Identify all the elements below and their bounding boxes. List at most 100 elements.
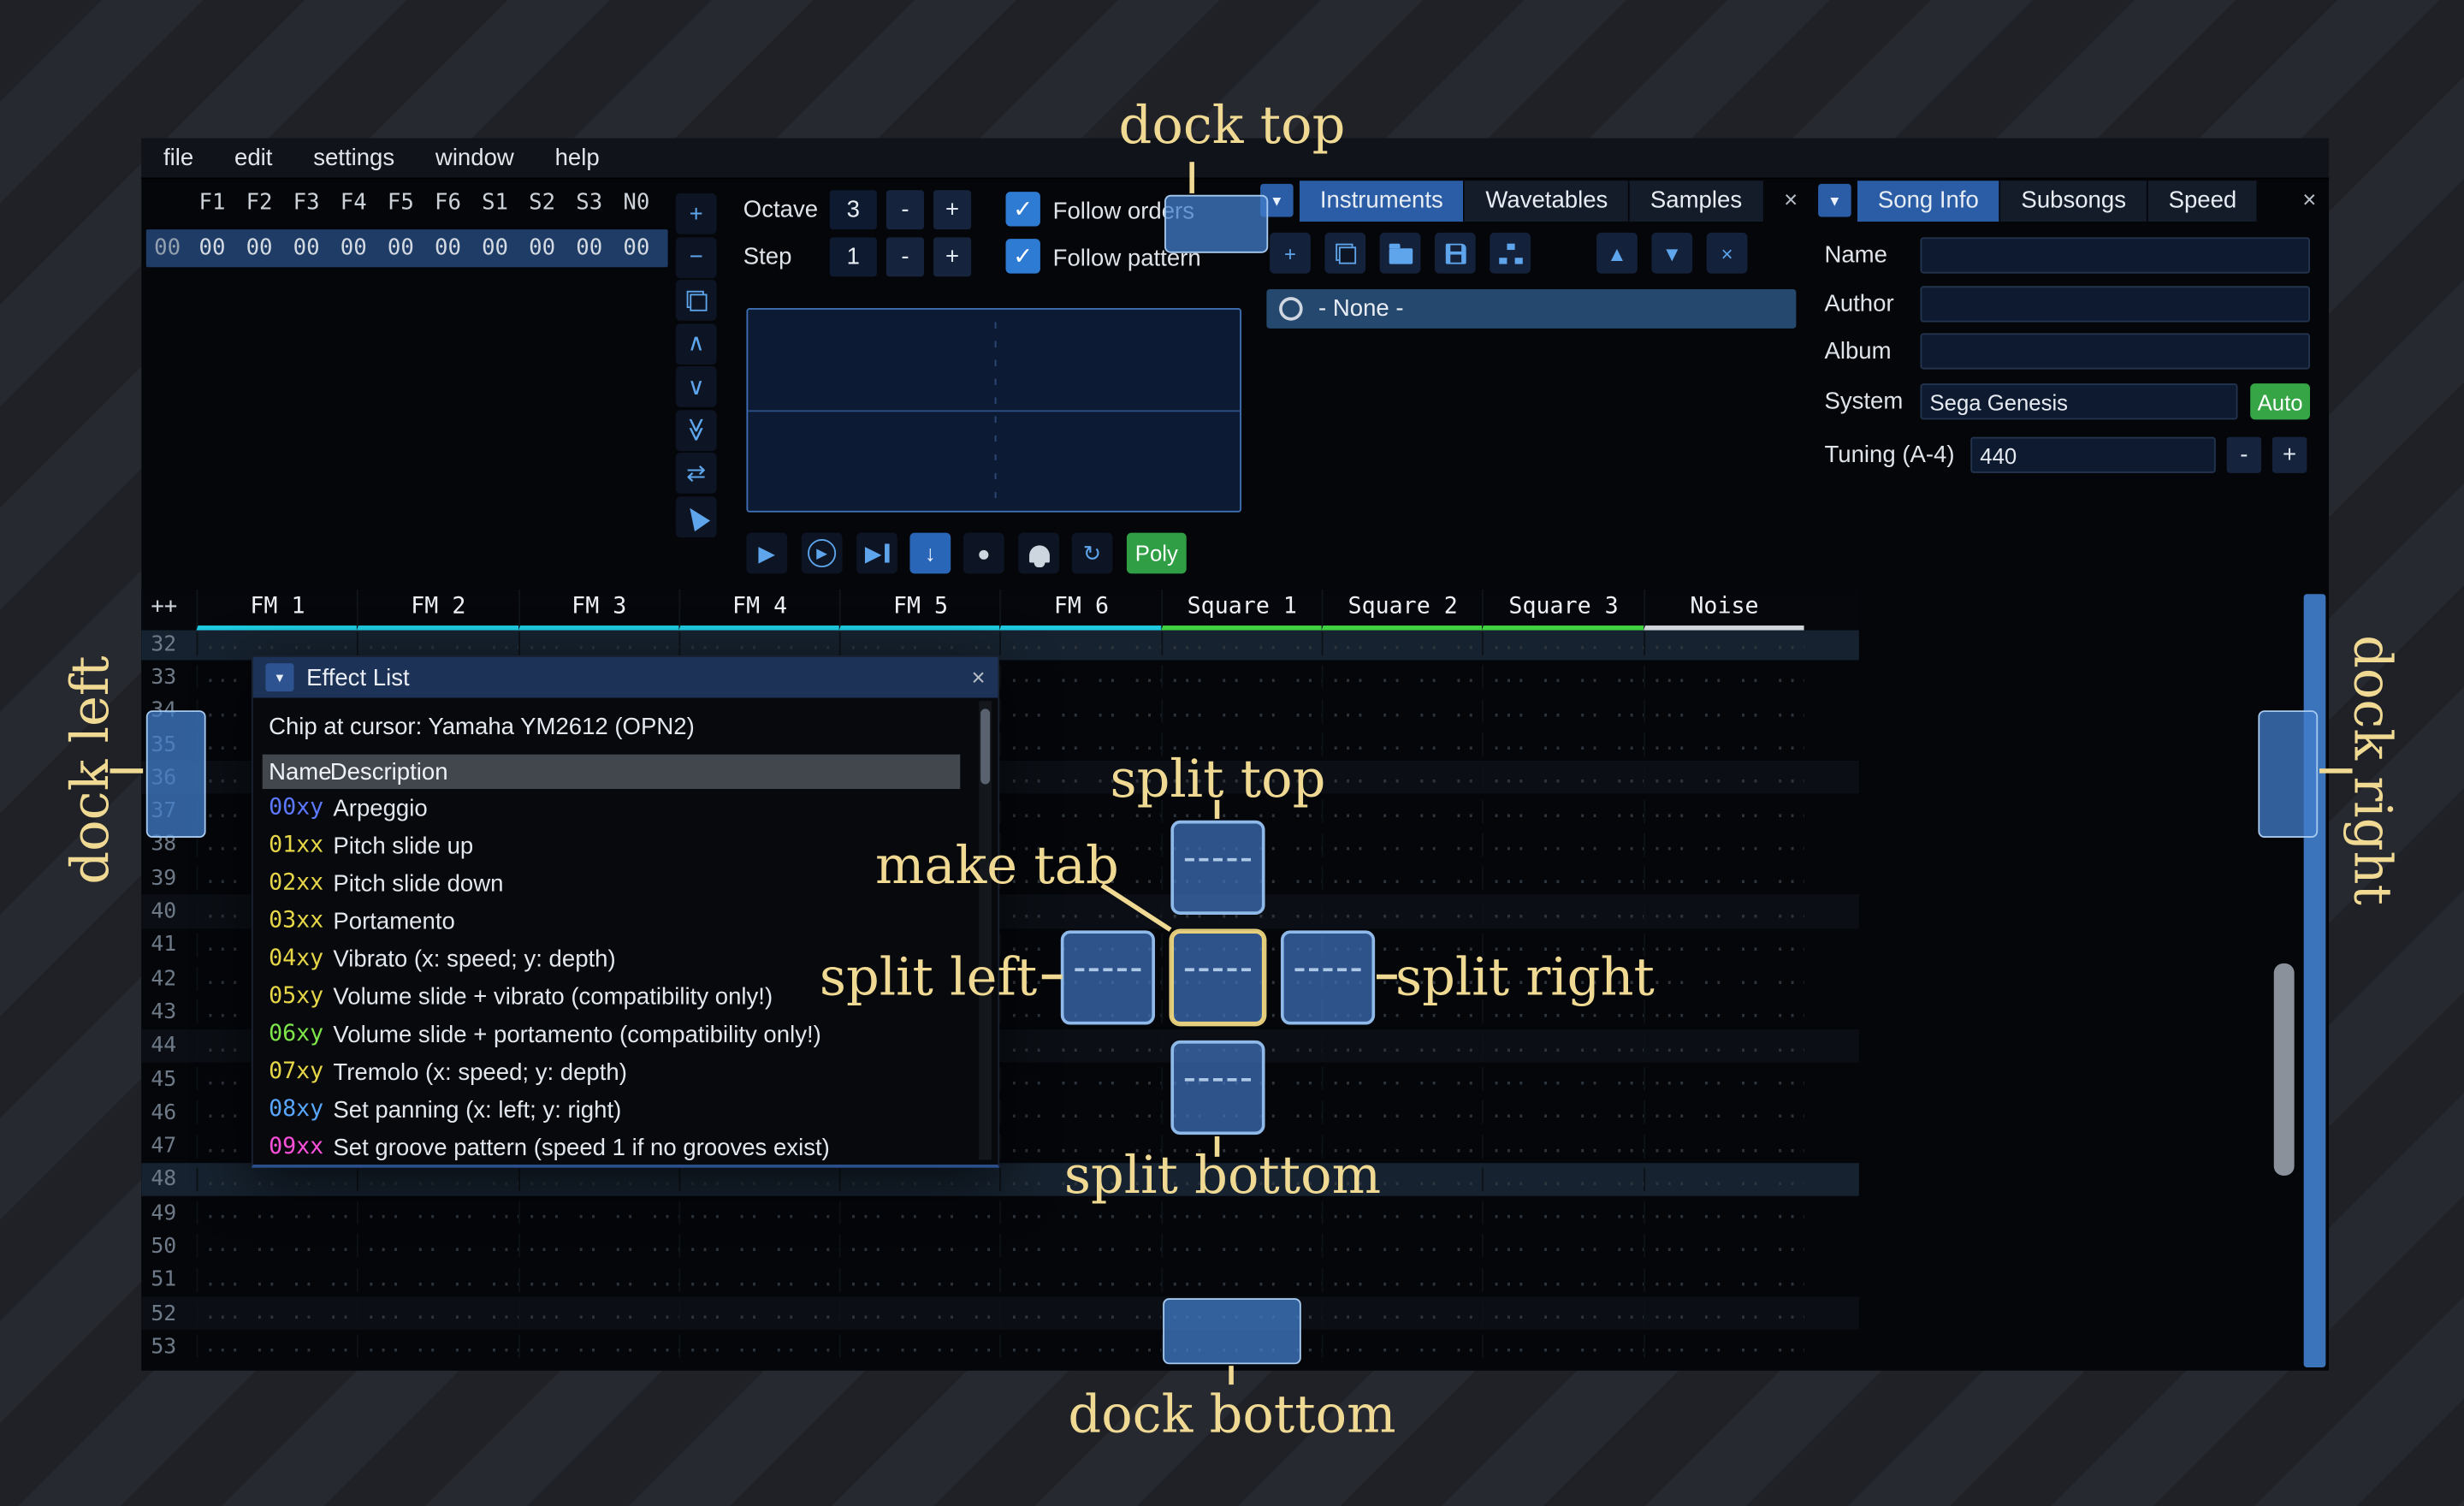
pattern-cell[interactable]: ... .. .. ...	[1322, 666, 1483, 690]
order-value-9[interactable]: 00	[613, 236, 660, 261]
effect-row-09xx[interactable]: 09xxSet groove pattern (speed 1 if no gr…	[263, 1129, 961, 1166]
pattern-cell[interactable]: ... .. .. ...	[1000, 1067, 1161, 1091]
pattern-cell[interactable]: ... .. .. ...	[1000, 699, 1161, 723]
menu-edit[interactable]: edit	[234, 145, 272, 171]
orders-selected-row[interactable]: 0000000000000000000000	[146, 229, 668, 267]
play-button[interactable]: ▶	[746, 533, 787, 574]
menu-help[interactable]: help	[555, 145, 600, 171]
dock-bottom-target[interactable]	[1163, 1298, 1301, 1364]
pattern-cell[interactable]: ... .. .. ...	[518, 1301, 678, 1325]
pattern-cell[interactable]: ... .. .. ...	[1322, 1268, 1483, 1292]
pattern-cell[interactable]: ... .. .. ...	[1644, 934, 1804, 958]
song-info-tab-song-info[interactable]: Song Info	[1857, 180, 2001, 221]
pattern-cell[interactable]: ... .. .. ...	[678, 632, 839, 656]
pattern-cell[interactable]: ... .. .. ...	[1483, 833, 1644, 857]
order-value-0[interactable]: 00	[188, 236, 235, 261]
poly-button[interactable]: Poly	[1127, 533, 1187, 574]
pattern-cell[interactable]: ... .. .. ...	[1322, 732, 1483, 756]
effect-row-02xx[interactable]: 02xxPitch slide down	[263, 864, 961, 902]
step-decrease-button[interactable]: -	[886, 237, 924, 276]
pattern-cell[interactable]: ... .. .. ...	[1644, 1235, 1804, 1259]
effect-list-close-icon[interactable]: ×	[972, 664, 986, 691]
pattern-cell[interactable]: ... .. .. ...	[1322, 866, 1483, 890]
pattern-cell[interactable]: ... .. .. ...	[357, 1335, 518, 1359]
pattern-cell[interactable]: ... .. .. ...	[839, 1235, 1000, 1259]
pattern-cell[interactable]: ... .. .. ...	[357, 632, 518, 656]
pattern-cell[interactable]: ... .. .. ...	[1000, 1335, 1161, 1359]
order-value-4[interactable]: 00	[377, 236, 424, 261]
pattern-cell[interactable]: ... .. .. ...	[1644, 799, 1804, 823]
stop-button[interactable]: ●	[963, 533, 1004, 574]
pattern-cell[interactable]: ... .. .. ...	[1483, 1235, 1644, 1259]
make-tab-target[interactable]	[1170, 930, 1265, 1024]
song-info-tab-subsongs[interactable]: Subsongs	[2001, 180, 2148, 221]
pattern-cell[interactable]: ... .. .. ...	[1483, 632, 1644, 656]
order-value-6[interactable]: 00	[471, 236, 518, 261]
tuning-increase-button[interactable]: +	[2272, 437, 2307, 473]
order-value-1[interactable]: 00	[236, 236, 283, 261]
pattern-cell[interactable]: ... .. .. ...	[197, 1167, 358, 1191]
pattern-cell[interactable]: ... .. .. ...	[197, 1268, 358, 1292]
pattern-row-53[interactable]: 53... .. .. ...... .. .. ...... .. .. ..…	[141, 1330, 1859, 1363]
play-once-button[interactable]: ▶	[856, 533, 897, 574]
pattern-cell[interactable]: ... .. .. ...	[1644, 1301, 1804, 1325]
pattern-cell[interactable]: ... .. .. ...	[1000, 1034, 1161, 1058]
pattern-cell[interactable]: ... .. .. ...	[1644, 1335, 1804, 1359]
pattern-cell[interactable]: ... .. .. ...	[1644, 666, 1804, 690]
octave-value[interactable]: 3	[830, 190, 877, 229]
order-move-down-button[interactable]: ∨	[676, 366, 717, 407]
instrument-folders-button[interactable]	[1490, 233, 1531, 274]
pattern-cell[interactable]: ... .. .. ...	[518, 632, 678, 656]
effect-list-title-bar[interactable]: ▼ Effect List ×	[253, 657, 998, 698]
pattern-cell[interactable]: ... .. .. ...	[678, 1301, 839, 1325]
pattern-cell[interactable]: ... .. .. ...	[1644, 866, 1804, 890]
pattern-row-50[interactable]: 50... .. .. ...... .. .. ...... .. .. ..…	[141, 1230, 1859, 1263]
pattern-cell[interactable]: ... .. .. ...	[1161, 632, 1322, 656]
repeat-button[interactable]: ↻	[1072, 533, 1113, 574]
instrument-move-up-button[interactable]: ▲	[1596, 233, 1638, 274]
pattern-cell[interactable]: ... .. .. ...	[1322, 1100, 1483, 1124]
pattern-cell[interactable]: ... .. .. ...	[197, 632, 358, 656]
pattern-cell[interactable]: ... .. .. ...	[1483, 900, 1644, 924]
pattern-cell[interactable]: ... .. .. ...	[197, 1301, 358, 1325]
pattern-cell[interactable]: ... .. .. ...	[839, 632, 1000, 656]
effect-list-collapse-icon[interactable]: ▼	[265, 663, 293, 691]
channel-header-fm-2[interactable]: FM 2	[357, 590, 518, 631]
pattern-cell[interactable]: ... .. .. ...	[839, 1335, 1000, 1359]
pattern-cell[interactable]: ... .. .. ...	[678, 1268, 839, 1292]
pattern-cell[interactable]: ... .. .. ...	[518, 1167, 678, 1191]
dock-top-target[interactable]	[1164, 195, 1268, 253]
pattern-cell[interactable]: ... .. .. ...	[1000, 1235, 1161, 1259]
pattern-cell[interactable]: ... .. .. ...	[1644, 1034, 1804, 1058]
step-row-button[interactable]: ↓	[909, 533, 951, 574]
channel-header-square-3[interactable]: Square 3	[1483, 590, 1644, 631]
pattern-cell[interactable]: ... .. .. ...	[839, 1167, 1000, 1191]
pattern-cell[interactable]: ... .. .. ...	[1000, 1301, 1161, 1325]
step-value[interactable]: 1	[830, 237, 877, 276]
order-move-up-button[interactable]: ∧	[676, 323, 717, 364]
order-value-7[interactable]: 00	[518, 236, 566, 261]
pattern-cell[interactable]: ... .. .. ...	[1161, 1268, 1322, 1292]
pattern-cell[interactable]: ... .. .. ...	[1000, 900, 1161, 924]
pattern-row-49[interactable]: 49... .. .. ...... .. .. ...... .. .. ..…	[141, 1196, 1859, 1230]
pattern-cell[interactable]: ... .. .. ...	[1483, 1100, 1644, 1124]
dock-left-target[interactable]	[146, 710, 206, 838]
pattern-row-51[interactable]: 51... .. .. ...... .. .. ...... .. .. ..…	[141, 1263, 1859, 1296]
pattern-cell[interactable]: ... .. .. ...	[518, 1268, 678, 1292]
pattern-cell[interactable]: ... .. .. ...	[839, 1301, 1000, 1325]
pattern-cell[interactable]: ... .. .. ...	[839, 1268, 1000, 1292]
pattern-cell[interactable]: ... .. .. ...	[1644, 766, 1804, 790]
pattern-cell[interactable]: ... .. .. ...	[1161, 666, 1322, 690]
pattern-cell[interactable]: ... .. .. ...	[1322, 833, 1483, 857]
step-increase-button[interactable]: +	[933, 237, 971, 276]
menu-window[interactable]: window	[435, 145, 514, 171]
tuning-input[interactable]: 440	[1970, 437, 2216, 473]
auto-system-button[interactable]: Auto	[2250, 383, 2310, 419]
pattern-cell[interactable]: ... .. .. ...	[518, 1201, 678, 1225]
pattern-cell[interactable]: ... .. .. ...	[1161, 699, 1322, 723]
split-left-target[interactable]	[1061, 930, 1155, 1024]
pattern-cell[interactable]: ... .. .. ...	[1644, 632, 1804, 656]
pattern-cell[interactable]: ... .. .. ...	[839, 1201, 1000, 1225]
pattern-cell[interactable]: ... .. .. ...	[1483, 866, 1644, 890]
pattern-cell[interactable]: ... .. .. ...	[1644, 1167, 1804, 1191]
